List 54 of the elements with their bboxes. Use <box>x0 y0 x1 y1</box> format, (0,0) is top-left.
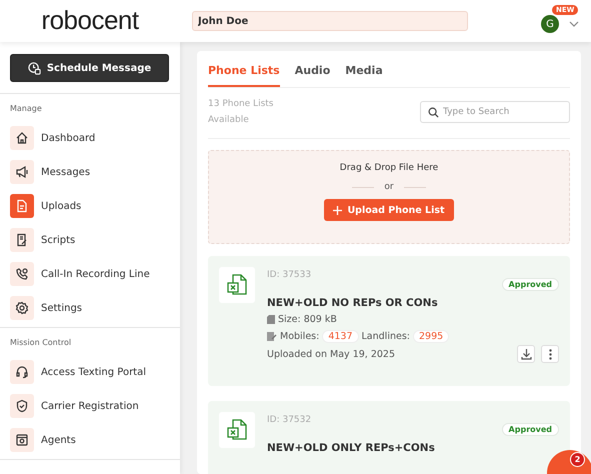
file-icon <box>15 199 29 213</box>
shield-icon <box>15 399 29 413</box>
spreadsheet-file-icon <box>227 419 247 441</box>
clock-icon <box>28 62 41 74</box>
drop-zone[interactable]: Drag & Drop File Here or Upload Phone List <box>208 150 570 244</box>
sidebar-item[interactable]: Carrier Registration <box>0 389 180 423</box>
sidebar-item[interactable]: Access Texting Portal <box>0 355 180 389</box>
download-icon <box>520 348 532 360</box>
gear-icon <box>15 301 29 315</box>
landlines-count: 2995 <box>412 330 450 343</box>
or-text: or <box>384 182 394 192</box>
search-icon <box>428 107 439 118</box>
sidebar-item[interactable]: Call-In Recording Line <box>0 257 180 291</box>
file-size: Size: 809 kB <box>278 314 337 325</box>
file-icon <box>267 315 275 324</box>
list-title: NEW+OLD ONLY REPs+CONs <box>267 442 436 454</box>
status-badge: Approved <box>502 423 559 436</box>
mobiles-label: Mobiles: <box>280 331 320 342</box>
search-field[interactable]: Type to Search <box>420 101 570 123</box>
spreadsheet-file-icon <box>227 274 247 296</box>
upload-date: Uploaded on May 19, 2025 <box>267 348 395 360</box>
drop-zone-text: Drag & Drop File Here <box>340 163 438 173</box>
sidebar-item[interactable]: Settings <box>0 291 180 325</box>
list-id: ID: 37532 <box>267 415 312 425</box>
megaphone-icon <box>15 165 29 179</box>
sidebar-item[interactable]: Dashboard <box>0 121 180 155</box>
download-button[interactable] <box>517 345 535 363</box>
phone-icon <box>15 267 29 281</box>
sidebar-item[interactable]: Uploads <box>0 189 180 223</box>
home-icon <box>15 131 29 145</box>
sidebar-item[interactable]: Scripts <box>0 223 180 257</box>
more-icon <box>548 348 552 360</box>
section-heading: Manage <box>9 103 43 115</box>
sidebar-item[interactable]: Messages <box>0 155 180 189</box>
headset-icon <box>15 365 29 379</box>
list-title: NEW+OLD NO REPs OR CONs <box>267 297 439 309</box>
script-icon <box>15 233 29 247</box>
list-id: ID: 37533 <box>267 270 312 280</box>
landlines-label: Landlines: <box>362 331 410 342</box>
more-options-button[interactable] <box>541 345 559 363</box>
mobiles-count: 4137 <box>322 330 359 343</box>
avatar[interactable]: G <box>541 15 559 33</box>
list-edit-icon <box>267 332 277 341</box>
sidebar-item[interactable]: Agents <box>0 423 180 457</box>
schedule-message-button[interactable]: Schedule Message <box>10 54 169 82</box>
status-badge: Approved <box>502 278 559 291</box>
list-count: 13 Phone Lists Available <box>208 98 274 127</box>
agent-icon <box>15 433 29 447</box>
logo[interactable]: robocent <box>41 4 139 38</box>
section-heading: Mission Control <box>9 337 72 349</box>
chevron-down-icon[interactable] <box>569 21 579 27</box>
plus-icon <box>333 206 342 214</box>
tab[interactable]: Audio <box>294 57 330 87</box>
tab[interactable]: Media <box>345 57 383 87</box>
